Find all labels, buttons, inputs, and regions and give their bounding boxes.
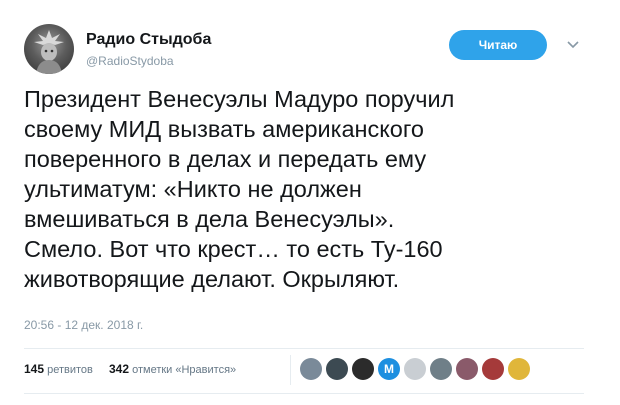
divider <box>24 348 584 349</box>
liker-avatar[interactable] <box>430 358 452 380</box>
tweet-stats: 145 ретвитов 342 отметки «Нравится» <box>24 362 236 376</box>
divider <box>24 393 584 394</box>
metro-logo-icon[interactable]: M <box>378 358 400 380</box>
statue-of-liberty-icon <box>34 30 64 74</box>
tweet-text: Президент Венесуэлы Мадуро поручил своем… <box>24 86 455 292</box>
liker-avatar[interactable] <box>326 358 348 380</box>
retweets-count[interactable]: 145 ретвитов <box>24 362 93 376</box>
stats-separator <box>290 355 291 385</box>
liker-avatar[interactable] <box>352 358 374 380</box>
author-name[interactable]: Радио Стыдоба <box>86 31 211 49</box>
likes-count[interactable]: 342 отметки «Нравится» <box>109 362 236 376</box>
author-handle[interactable]: @RadioStydoba <box>86 54 174 68</box>
liker-avatar[interactable] <box>508 358 530 380</box>
tweet-timestamp[interactable]: 20:56 - 12 дек. 2018 г. <box>24 318 143 332</box>
liker-avatar[interactable] <box>404 358 426 380</box>
liker-avatar[interactable] <box>300 358 322 380</box>
liker-avatar[interactable] <box>456 358 478 380</box>
author-avatar[interactable] <box>24 24 74 74</box>
likers-avatars[interactable]: M <box>300 358 530 380</box>
liker-avatar[interactable] <box>482 358 504 380</box>
follow-button[interactable]: Читаю <box>449 30 547 60</box>
chevron-down-icon[interactable] <box>566 37 580 51</box>
